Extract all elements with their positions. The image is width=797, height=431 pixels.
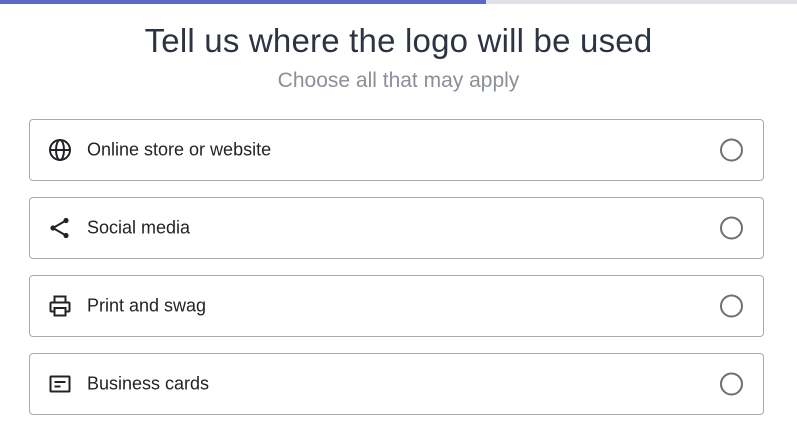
option-business-cards[interactable]: Business cards xyxy=(29,353,764,415)
usage-options-list: Online store or website Social media Pri… xyxy=(29,119,764,431)
progress-bar xyxy=(0,0,797,4)
option-label: Business cards xyxy=(87,373,210,394)
option-radio[interactable] xyxy=(720,216,743,240)
globe-icon xyxy=(48,138,72,162)
page-title: Tell us where the logo will be used xyxy=(144,22,653,59)
printer-icon xyxy=(48,294,72,318)
share-icon xyxy=(48,216,72,240)
progress-bar-fill xyxy=(0,0,487,4)
option-radio[interactable] xyxy=(720,138,743,162)
card-icon xyxy=(48,372,72,396)
option-social-media[interactable]: Social media xyxy=(29,197,764,259)
option-online-store[interactable]: Online store or website xyxy=(29,119,764,181)
option-radio[interactable] xyxy=(720,372,743,396)
option-print-swag[interactable]: Print and swag xyxy=(29,275,764,337)
option-label: Online store or website xyxy=(87,139,272,160)
option-label: Social media xyxy=(87,217,191,238)
page-subtitle: Choose all that may apply xyxy=(277,69,520,92)
option-radio[interactable] xyxy=(720,294,743,318)
option-label: Print and swag xyxy=(87,295,207,316)
